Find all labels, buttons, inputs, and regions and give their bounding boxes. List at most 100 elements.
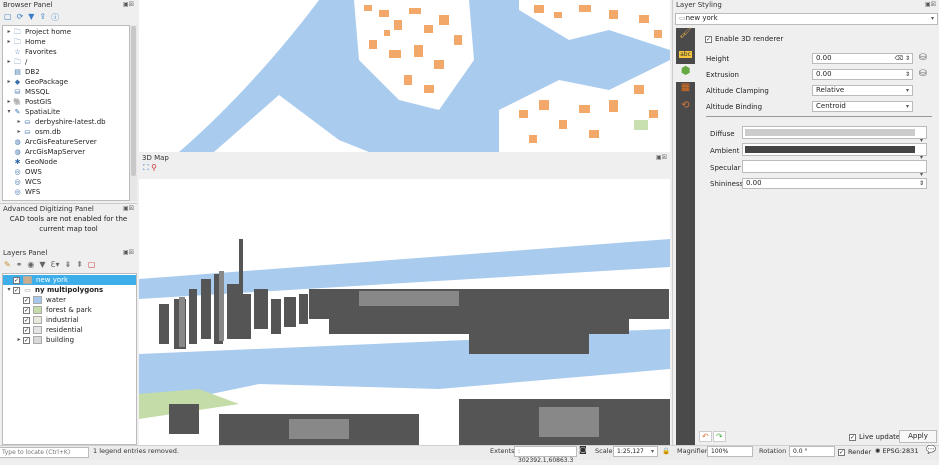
browser-item[interactable]: ▸ ⛀ derbyshire-latest.db: [3, 117, 129, 127]
map-canvas-2d[interactable]: [139, 0, 670, 152]
extrusion-spinbox[interactable]: 0.00 ⇕: [812, 69, 913, 80]
panel-float-close-icon[interactable]: ▣☒: [123, 1, 134, 9]
crs-button[interactable]: ✺ EPSG:2831: [875, 447, 918, 455]
magnifier-spinbox[interactable]: 100%: [707, 446, 753, 457]
browser-item[interactable]: ✱ GeoNode: [3, 157, 129, 167]
layer-item[interactable]: ✓ water: [3, 295, 136, 305]
layer-item[interactable]: ✓ industrial: [3, 315, 136, 325]
browser-item[interactable]: ☆ Favorites: [3, 47, 129, 57]
browser-scrollbar[interactable]: [130, 25, 137, 201]
layer-item[interactable]: ▾ ✓ ▭ ny multipolygons: [3, 285, 136, 295]
expand-arrow-icon[interactable]: ▸: [15, 117, 23, 127]
browser-item[interactable]: ▸ ⛀ osm.db: [3, 127, 129, 137]
layer-label: ny multipolygons: [35, 286, 104, 294]
redo-icon[interactable]: ↷: [713, 431, 726, 442]
apply-button[interactable]: Apply: [899, 430, 937, 443]
expand-arrow-icon[interactable]: ▸: [15, 335, 23, 345]
toggle-extents-icon[interactable]: ◙: [579, 445, 587, 454]
expand-arrow-icon[interactable]: ▸: [5, 37, 13, 47]
browser-item[interactable]: ⛁ MSSQL: [3, 87, 129, 97]
browser-item[interactable]: ▾ ✎ SpatiaLite: [3, 107, 129, 117]
map-3d-canvas[interactable]: [139, 179, 670, 445]
layer-visibility-checkbox[interactable]: ✓: [23, 336, 30, 344]
browser-item[interactable]: ▸ 🐘 PostGIS: [3, 97, 129, 107]
layers-tree[interactable]: ✓ new york ▾ ✓ ▭ ny multipolygons ✓ water ✓ fores…: [2, 273, 137, 445]
panel-float-close-icon[interactable]: ▣☒: [123, 249, 134, 257]
browser-tree[interactable]: ▸ 🗀 Project home ▸ 🗀 Home ☆ Favorites ▸ 🗀 / ▤ DB2 ▸ ◆ G…: [2, 25, 130, 201]
data-defined-override-icon[interactable]: ⛁: [919, 53, 927, 63]
expand-arrow-icon[interactable]: ▾: [5, 285, 13, 295]
panel-float-close-icon[interactable]: ▣☒: [656, 154, 667, 161]
layer-item[interactable]: ✓ residential: [3, 325, 136, 335]
live-update-checkbox[interactable]: ✓ Live update: [849, 433, 900, 441]
layer-visibility-checkbox[interactable]: ✓: [23, 296, 30, 304]
style-manager-icon[interactable]: ✎: [4, 260, 11, 270]
browser-item[interactable]: ▸ 🗀 /: [3, 57, 129, 67]
ambient-color-button[interactable]: [742, 143, 927, 162]
expand-all-icon[interactable]: ⇟: [64, 260, 71, 270]
advanced-digitizing-panel: Advanced Digitizing Panel ▣☒ CAD tools ar…: [0, 203, 137, 245]
browser-item[interactable]: ◎ WCS: [3, 177, 129, 187]
extents-field[interactable]: : 302392.1,60863.3: [514, 446, 577, 464]
browser-item[interactable]: ◍ ArcGisFeatureServer: [3, 137, 129, 147]
layer-visibility-checkbox[interactable]: ✓: [23, 306, 30, 314]
visibility-icon[interactable]: ◉: [27, 260, 34, 270]
collapse-icon[interactable]: ⇪: [39, 12, 46, 21]
layer-item[interactable]: ▸ ✓ building: [3, 335, 136, 345]
layer-visibility-checkbox[interactable]: ✓: [13, 276, 20, 284]
lock-scale-icon[interactable]: 🔒: [662, 447, 670, 455]
panel-float-close-icon[interactable]: ▣☒: [925, 1, 936, 9]
browser-item[interactable]: ◎ WFS: [3, 187, 129, 197]
undo-icon[interactable]: ↶: [699, 431, 712, 442]
globe-icon: ◎: [14, 168, 21, 176]
info-icon[interactable]: ⓘ: [51, 12, 59, 22]
shininess-spinbox[interactable]: 0.00 ⇕: [742, 178, 927, 189]
refresh-icon[interactable]: ⟳: [17, 12, 24, 21]
expand-arrow-icon[interactable]: ▸: [5, 57, 13, 67]
layer-visibility-checkbox[interactable]: ✓: [23, 326, 30, 334]
layer-item[interactable]: ✓ new york: [3, 275, 136, 285]
expand-arrow-icon[interactable]: ▸: [5, 27, 13, 37]
expand-arrow-icon[interactable]: ▾: [5, 107, 13, 117]
collapse-all-icon[interactable]: ⇞: [76, 260, 83, 270]
layer-selector[interactable]: ▭new york: [675, 13, 938, 25]
identify-icon[interactable]: ⚲: [151, 163, 157, 172]
layer-visibility-checkbox[interactable]: ✓: [23, 316, 30, 324]
expand-arrow-icon[interactable]: ▸: [5, 77, 13, 87]
messages-icon[interactable]: 💬: [926, 445, 936, 454]
height-spinbox[interactable]: 0.00 ⌫ ⇕: [812, 53, 913, 64]
browser-item[interactable]: ▸ ◆ GeoPackage: [3, 77, 129, 87]
remove-layer-icon[interactable]: ▢: [88, 260, 96, 270]
render-checkbox[interactable]: ✓ Render: [838, 448, 871, 456]
filter-icon[interactable]: ▼: [28, 12, 34, 21]
camera-control-icon[interactable]: ⛶: [143, 163, 149, 172]
browser-item[interactable]: ▸ 🗀 Project home: [3, 27, 129, 37]
filter-legend-icon[interactable]: ▼: [39, 260, 45, 270]
browser-item[interactable]: ▤ DB2: [3, 67, 129, 77]
specular-color-button[interactable]: [742, 160, 927, 179]
panel-float-close-icon[interactable]: ▣☒: [123, 205, 134, 213]
add-group-icon[interactable]: ⚭: [16, 260, 23, 270]
add-selected-icon[interactable]: ▢: [4, 12, 12, 21]
locate-input[interactable]: [0, 447, 89, 458]
tab-symbology[interactable]: 🖌: [676, 28, 695, 46]
tab-history[interactable]: ⟲: [676, 100, 695, 118]
layer-item[interactable]: ✓ forest & park: [3, 305, 136, 315]
rotation-spinbox[interactable]: 0.0 °: [789, 446, 835, 457]
browser-item[interactable]: ◎ OWS: [3, 167, 129, 177]
tab-diagrams[interactable]: ▦: [676, 82, 695, 100]
browser-item[interactable]: ▸ 🗀 Home: [3, 37, 129, 47]
altitude-clamping-select[interactable]: Relative: [812, 85, 913, 96]
browser-item[interactable]: ◍ ArcGisMapServer: [3, 147, 129, 157]
layer-visibility-checkbox[interactable]: ✓: [13, 286, 20, 294]
scale-select[interactable]: 1:25,127: [613, 446, 658, 457]
expand-arrow-icon[interactable]: ▸: [15, 127, 23, 137]
tab-labels[interactable]: abc: [676, 46, 695, 64]
tab-3d-view[interactable]: ⬢: [676, 64, 695, 82]
enable-3d-checkbox[interactable]: ✓ Enable 3D renderer: [705, 35, 783, 43]
expand-arrow-icon[interactable]: ▸: [5, 97, 13, 107]
diffuse-color-button[interactable]: [742, 126, 927, 145]
filter-expression-icon[interactable]: ℇ▾: [51, 260, 60, 270]
data-defined-override-icon[interactable]: ⛁: [919, 69, 927, 79]
altitude-binding-select[interactable]: Centroid: [812, 101, 913, 112]
